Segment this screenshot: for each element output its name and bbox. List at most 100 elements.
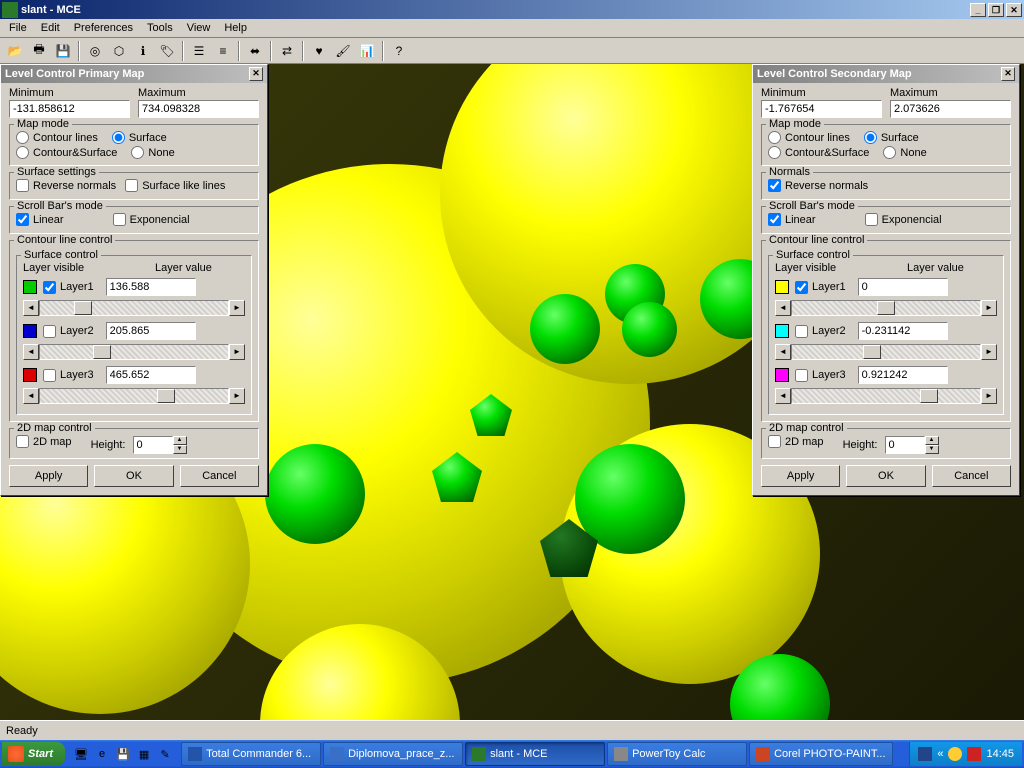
- check-reverse-normals[interactable]: Reverse normals: [16, 179, 116, 192]
- menu-preferences[interactable]: Preferences: [67, 20, 140, 36]
- radio-none-r[interactable]: None: [883, 146, 926, 159]
- layer1-slider-r[interactable]: ◄►: [775, 300, 997, 316]
- ok-button-r[interactable]: OK: [846, 465, 925, 487]
- apply-button-r[interactable]: Apply: [761, 465, 840, 487]
- tool-sec-icon[interactable]: ⬌: [244, 40, 266, 62]
- ql-app2-icon[interactable]: ✎: [155, 743, 175, 765]
- cancel-button-r[interactable]: Cancel: [932, 465, 1011, 487]
- height-input[interactable]: [133, 436, 173, 454]
- height-up[interactable]: ▲: [173, 436, 187, 445]
- check-layer1-r[interactable]: Layer1: [795, 281, 846, 294]
- radio-contour-surface-r[interactable]: Contour&Surface: [768, 146, 869, 159]
- layer1-swatch: [23, 280, 37, 294]
- check-linear[interactable]: Linear: [16, 213, 64, 226]
- max-input[interactable]: [138, 100, 259, 118]
- menu-edit[interactable]: Edit: [34, 20, 67, 36]
- apply-button[interactable]: Apply: [9, 465, 88, 487]
- tool-print-icon[interactable]: 🖶: [28, 40, 50, 62]
- tool-brush-icon[interactable]: 🖌: [332, 40, 354, 62]
- radio-contour-lines[interactable]: Contour lines: [16, 131, 98, 144]
- min-input-r[interactable]: [761, 100, 882, 118]
- check-layer3[interactable]: Layer3: [43, 369, 94, 382]
- layer1-slider[interactable]: ◄►: [23, 300, 245, 316]
- check-layer1[interactable]: Layer1: [43, 281, 94, 294]
- tray-chevron-icon[interactable]: «: [937, 748, 943, 760]
- layer3-slider-r[interactable]: ◄►: [775, 388, 997, 404]
- tool-info-icon[interactable]: ℹ: [132, 40, 154, 62]
- layer3-value-input[interactable]: [106, 366, 196, 384]
- tool-help-icon[interactable]: ?: [388, 40, 410, 62]
- check-layer2-r[interactable]: Layer2: [795, 325, 846, 338]
- close-button[interactable]: ✕: [1006, 3, 1022, 17]
- layer3-value-input-r[interactable]: [858, 366, 948, 384]
- tool-node-icon[interactable]: ⬡: [108, 40, 130, 62]
- radio-none[interactable]: None: [131, 146, 174, 159]
- menu-help[interactable]: Help: [217, 20, 254, 36]
- window-title: slant - MCE: [21, 4, 970, 16]
- minimize-button[interactable]: _: [970, 3, 986, 17]
- tool-label-icon[interactable]: 🏷: [156, 40, 178, 62]
- panel-level-control-secondary: Level Control Secondary Map✕ Minimum Max…: [752, 64, 1020, 496]
- layer-visible-label-r: Layer visible: [775, 262, 899, 274]
- tool-save-icon[interactable]: 💾: [52, 40, 74, 62]
- tray-icon[interactable]: [918, 747, 932, 761]
- height-down[interactable]: ▼: [173, 445, 187, 454]
- panel-close-primary[interactable]: ✕: [249, 67, 263, 81]
- ql-desktop-icon[interactable]: 🖥: [71, 743, 91, 765]
- ql-ie-icon[interactable]: e: [92, 743, 112, 765]
- layer2-value-input[interactable]: [106, 322, 196, 340]
- tool-open-icon[interactable]: 📂: [4, 40, 26, 62]
- menu-tools[interactable]: Tools: [140, 20, 180, 36]
- radio-contour-lines-r[interactable]: Contour lines: [768, 131, 850, 144]
- restore-button[interactable]: ❐: [988, 3, 1004, 17]
- radio-contour-surface[interactable]: Contour&Surface: [16, 146, 117, 159]
- panel-close-secondary[interactable]: ✕: [1001, 67, 1015, 81]
- tool-list2-icon[interactable]: ≡: [212, 40, 234, 62]
- tool-target-icon[interactable]: ◎: [84, 40, 106, 62]
- tray-icon[interactable]: [948, 747, 962, 761]
- tool-list-icon[interactable]: ☰: [188, 40, 210, 62]
- radio-surface[interactable]: Surface: [112, 131, 167, 144]
- check-reverse-normals-r[interactable]: Reverse normals: [768, 179, 868, 192]
- check-exponential-r[interactable]: Exponencial: [865, 213, 942, 226]
- check-linear-r[interactable]: Linear: [768, 213, 816, 226]
- mapmode-group-label: Map mode: [14, 118, 72, 130]
- taskbar-item[interactable]: PowerToy Calc: [607, 742, 747, 766]
- height-label: Height:: [91, 439, 126, 451]
- height-up-r[interactable]: ▲: [925, 436, 939, 445]
- map2d-group-label-r: 2D map control: [766, 422, 847, 434]
- check-layer2[interactable]: Layer2: [43, 325, 94, 338]
- start-button[interactable]: Start: [2, 742, 65, 766]
- layer2-slider-r[interactable]: ◄►: [775, 344, 997, 360]
- taskbar-item[interactable]: Total Commander 6...: [181, 742, 321, 766]
- taskbar-item[interactable]: Corel PHOTO-PAINT...: [749, 742, 892, 766]
- taskbar-item[interactable]: Diplomova_prace_z...: [323, 742, 463, 766]
- layer3-slider[interactable]: ◄►: [23, 388, 245, 404]
- menu-file[interactable]: File: [2, 20, 34, 36]
- tool-pt-icon[interactable]: 📊: [356, 40, 378, 62]
- ql-save-icon[interactable]: 💾: [113, 743, 133, 765]
- ok-button[interactable]: OK: [94, 465, 173, 487]
- check-exponential[interactable]: Exponencial: [113, 213, 190, 226]
- layer1-value-input[interactable]: [106, 278, 196, 296]
- ql-app1-icon[interactable]: ▦: [134, 743, 154, 765]
- height-down-r[interactable]: ▼: [925, 445, 939, 454]
- check-layer3-r[interactable]: Layer3: [795, 369, 846, 382]
- check-surface-like-lines[interactable]: Surface like lines: [125, 179, 225, 192]
- radio-surface-r[interactable]: Surface: [864, 131, 919, 144]
- height-input-r[interactable]: [885, 436, 925, 454]
- menu-view[interactable]: View: [180, 20, 218, 36]
- check-2d-map[interactable]: 2D map: [16, 435, 72, 448]
- max-input-r[interactable]: [890, 100, 1011, 118]
- layer1-value-input-r[interactable]: [858, 278, 948, 296]
- tool-swap-icon[interactable]: ⇄: [276, 40, 298, 62]
- tray-clock[interactable]: 14:45: [986, 748, 1014, 760]
- layer2-slider[interactable]: ◄►: [23, 344, 245, 360]
- tray-battery-icon[interactable]: [967, 747, 981, 761]
- check-2d-map-r[interactable]: 2D map: [768, 435, 824, 448]
- taskbar-item[interactable]: slant - MCE: [465, 742, 605, 766]
- cancel-button[interactable]: Cancel: [180, 465, 259, 487]
- min-input[interactable]: [9, 100, 130, 118]
- layer2-value-input-r[interactable]: [858, 322, 948, 340]
- tool-ds-icon[interactable]: ♥: [308, 40, 330, 62]
